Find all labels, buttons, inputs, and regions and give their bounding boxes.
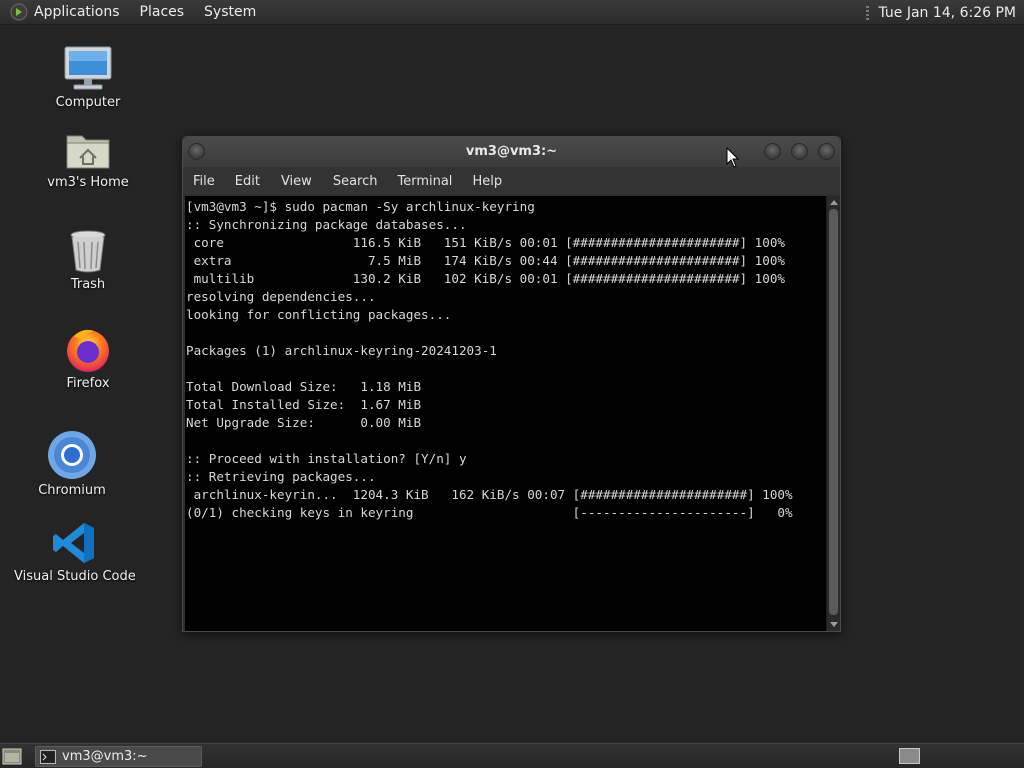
desktop-icon-label: Computer: [55, 95, 121, 110]
terminal-window: vm3@vm3:~ File Edit View Search Terminal…: [182, 136, 841, 632]
desktop-icon-trash[interactable]: Trash: [28, 228, 148, 292]
desktop-icon-label: Chromium: [38, 483, 106, 498]
computer-icon: [64, 46, 112, 90]
maximize-button[interactable]: [791, 143, 808, 160]
terminal-output[interactable]: [vm3@vm3 ~]$ sudo pacman -Sy archlinux-k…: [185, 196, 828, 631]
terminal-icon: [40, 749, 56, 764]
chromium-icon: [48, 431, 96, 479]
menu-help[interactable]: Help: [472, 174, 502, 189]
menu-terminal[interactable]: Terminal: [397, 174, 452, 189]
bottom-panel: vm3@vm3:~: [0, 743, 1024, 768]
trash-icon: [70, 230, 106, 273]
menu-edit[interactable]: Edit: [235, 174, 260, 189]
home-folder-icon: [66, 135, 110, 169]
minimize-button[interactable]: [764, 143, 781, 160]
top-panel: Applications Places System Tue Jan 14, 6…: [0, 0, 1024, 25]
menu-file[interactable]: File: [193, 174, 215, 189]
system-tray: Tue Jan 14, 6:26 PM: [866, 0, 1016, 25]
desktop-icon-label: Visual Studio Code: [14, 569, 136, 584]
menu-search[interactable]: Search: [333, 174, 378, 189]
system-menu[interactable]: System: [204, 4, 256, 20]
close-button[interactable]: [818, 143, 835, 160]
scroll-thumb[interactable]: [829, 209, 838, 615]
desktop-icon-chromium[interactable]: Chromium: [12, 430, 132, 498]
window-title: vm3@vm3:~: [465, 144, 558, 159]
panel-separator: [866, 5, 870, 20]
desktop-icon-label: vm3's Home: [47, 175, 129, 190]
desktop-icon-vscode[interactable]: Visual Studio Code: [14, 520, 136, 584]
gnome-foot-icon[interactable]: [10, 3, 28, 21]
taskbar-window-label: vm3@vm3:~: [62, 749, 148, 764]
terminal-scrollbar[interactable]: [826, 196, 840, 631]
taskbar-terminal-button[interactable]: vm3@vm3:~: [35, 746, 202, 767]
terminal-text: [vm3@vm3 ~]$ sudo pacman -Sy archlinux-k…: [186, 199, 793, 520]
show-desktop-icon[interactable]: [2, 748, 22, 765]
firefox-icon: [67, 329, 109, 372]
places-menu[interactable]: Places: [140, 4, 185, 20]
desktop-icon-firefox[interactable]: Firefox: [28, 325, 148, 391]
clock[interactable]: Tue Jan 14, 6:26 PM: [878, 5, 1016, 21]
title-bar[interactable]: vm3@vm3:~: [183, 137, 840, 167]
desktop-icon-label: Firefox: [66, 376, 110, 391]
mouse-pointer-icon: [726, 147, 740, 168]
desktop-icon-home[interactable]: vm3's Home: [28, 128, 148, 190]
scroll-up-arrow-icon[interactable]: [830, 200, 838, 205]
terminal-menubar: File Edit View Search Terminal Help: [183, 167, 840, 195]
menu-view[interactable]: View: [281, 174, 312, 189]
workspace-switcher[interactable]: [899, 748, 920, 764]
vscode-icon: [53, 523, 94, 563]
applications-menu[interactable]: Applications: [34, 4, 120, 20]
scroll-down-arrow-icon[interactable]: [830, 622, 838, 627]
desktop-icon-computer[interactable]: Computer: [28, 44, 148, 110]
desktop-icon-label: Trash: [70, 277, 106, 292]
